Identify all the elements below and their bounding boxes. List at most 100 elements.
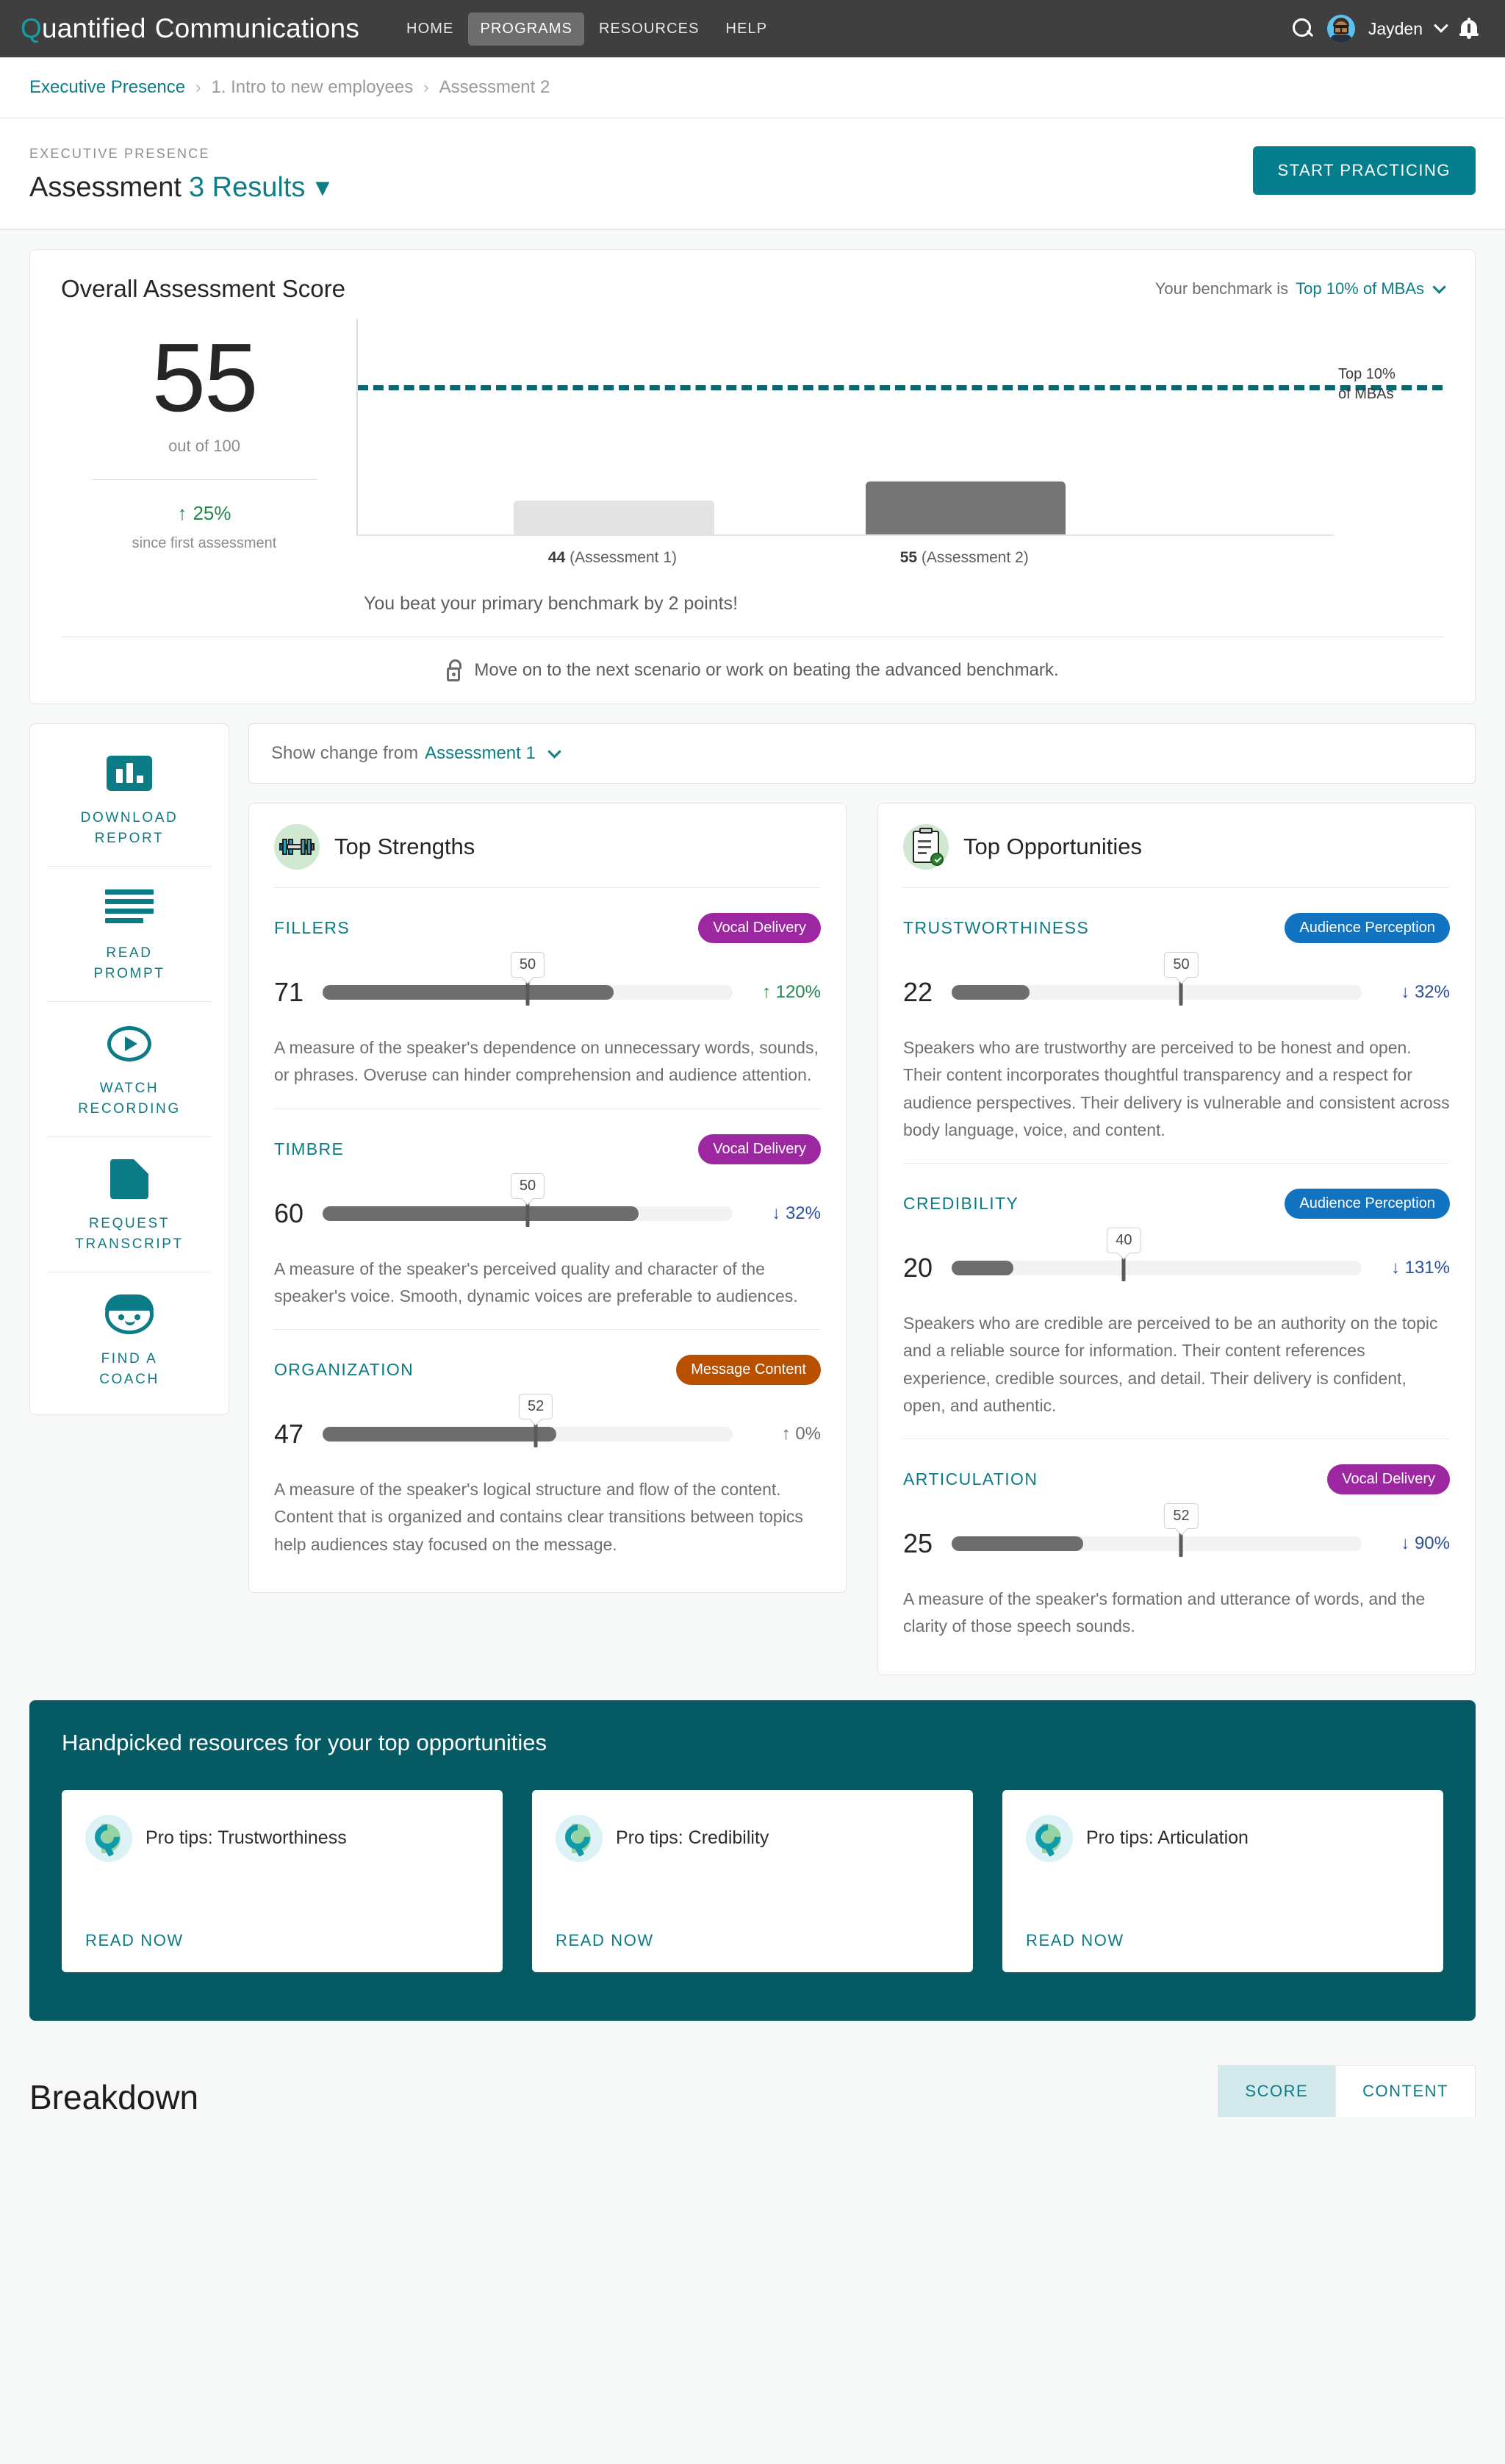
metric-value: 60 — [274, 1197, 304, 1228]
username-label[interactable]: Jayden — [1368, 19, 1423, 39]
score-card-body: 55 out of 100 ↑ 25% since first assessme… — [61, 319, 1444, 615]
sidebar-item-read-prompt[interactable]: READ PROMPT — [46, 867, 212, 1003]
metric-description: A measure of the speaker's formation and… — [903, 1589, 1426, 1636]
primary-nav-links: HOME PROGRAMS RESOURCES HELP — [395, 12, 779, 46]
metric-name[interactable]: ORGANIZATION — [274, 1360, 414, 1380]
metric-change-value: 0% — [795, 1424, 821, 1444]
read-now-link[interactable]: READ NOW — [85, 1931, 479, 1950]
chevron-down-icon[interactable] — [1434, 18, 1448, 33]
chart-bar-assessment-1 — [514, 501, 714, 534]
benchmark-flag: 50 — [510, 1172, 545, 1199]
score-card-header: Overall Assessment Score Your benchmark … — [61, 275, 1446, 303]
document-icon — [49, 1156, 209, 1202]
metric-change: ↓ 32% — [733, 1203, 821, 1224]
tab-score[interactable]: SCORE — [1218, 2064, 1336, 2117]
chevron-down-icon[interactable] — [1432, 280, 1446, 294]
chart-x-label-2: 55 (Assessment 2) — [900, 549, 1029, 567]
brand-logo[interactable]: Quantified Communications — [21, 13, 359, 44]
metric-organization: ORGANIZATION Message Content 47 52 ↑ 0% … — [274, 1330, 821, 1577]
metric-name[interactable]: TRUSTWORTHINESS — [903, 918, 1089, 938]
bell-alert-mark — [1468, 24, 1470, 33]
resource-card-header: Pro tips: Articulation — [1026, 1814, 1420, 1862]
top-opportunities-title: Top Opportunities — [963, 834, 1142, 859]
handpicked-resources-section: Handpicked resources for your top opport… — [29, 1700, 1476, 2021]
label-line-2: PROMPT — [93, 965, 165, 981]
show-change-value[interactable]: Assessment 1 — [425, 743, 536, 764]
metric-name[interactable]: ARTICULATION — [903, 1469, 1038, 1489]
arrow-down-icon: ↓ — [1401, 1533, 1410, 1553]
label-line-2: COACH — [99, 1371, 159, 1387]
nav-link-help[interactable]: HELP — [714, 12, 780, 46]
metric-fill — [323, 985, 614, 1000]
nav-link-home[interactable]: HOME — [395, 12, 465, 46]
metric-header: TRUSTWORTHINESS Audience Perception — [903, 913, 1450, 943]
metric-panels: Top Strengths FILLERS Vocal Delivery 71 — [248, 803, 1476, 1675]
results-dropdown-chevron-icon[interactable]: ▾ — [315, 171, 329, 204]
resource-card-title: Pro tips: Credibility — [616, 1827, 769, 1848]
resource-card[interactable]: Pro tips: Articulation READ NOW — [1002, 1789, 1443, 1972]
metric-fill — [323, 1206, 639, 1221]
chart-bar-1-score: 44 — [547, 549, 566, 566]
metric-description: Speakers who are credible are perceived … — [903, 1314, 1438, 1415]
metric-name[interactable]: FILLERS — [274, 918, 350, 938]
sidebar-item-watch-recording[interactable]: WATCH RECORDING — [46, 1002, 212, 1138]
nav-link-programs[interactable]: PROGRAMS — [468, 12, 584, 46]
metric-category-badge: Vocal Delivery — [1327, 1464, 1450, 1494]
notification-bell-icon[interactable] — [1459, 18, 1479, 40]
metric-category-badge: Vocal Delivery — [698, 913, 821, 943]
chart-bar-2-score: 55 — [899, 549, 918, 566]
read-now-link[interactable]: READ NOW — [556, 1931, 949, 1950]
metric-trustworthiness: TRUSTWORTHINESS Audience Perception 22 5… — [903, 888, 1450, 1164]
benchmark-line-label-1: Top 10% — [1338, 366, 1396, 382]
metric-change-value: 120% — [775, 982, 821, 1002]
page-header-text: EXECUTIVE PRESENCE Assessment 3 Results … — [29, 146, 329, 204]
show-change-selector[interactable]: Show change from Assessment 1 — [248, 723, 1476, 784]
search-icon[interactable] — [1292, 18, 1314, 40]
arrow-down-icon: ↓ — [772, 1203, 781, 1223]
bell-clapper — [1467, 36, 1471, 39]
metric-name[interactable]: CREDIBILITY — [903, 1194, 1019, 1214]
person-face-icon — [49, 1292, 209, 1337]
chevron-down-icon[interactable] — [547, 745, 561, 759]
metric-header: CREDIBILITY Audience Perception — [903, 1189, 1450, 1219]
benchmark-value[interactable]: Top 10% of MBAs — [1296, 279, 1424, 298]
resource-card[interactable]: Pro tips: Trustworthiness READ NOW — [62, 1789, 503, 1972]
metric-fill — [952, 1536, 1083, 1551]
breakdown-section: Breakdown SCORE CONTENT — [0, 2021, 1505, 2117]
avatar[interactable] — [1326, 15, 1355, 43]
read-now-link[interactable]: READ NOW — [1026, 1931, 1420, 1950]
score-delta: ↑ 25% — [61, 502, 348, 525]
metric-articulation: ARTICULATION Vocal Delivery 25 52 ↓ 90% … — [903, 1439, 1450, 1660]
label-line-1: READ — [106, 945, 153, 961]
metric-meter: 25 52 ↓ 90% — [903, 1503, 1450, 1559]
page-title-accent[interactable]: 3 Results — [189, 172, 305, 204]
nav-link-resources[interactable]: RESOURCES — [587, 12, 711, 46]
resource-card[interactable]: Pro tips: Credibility READ NOW — [532, 1789, 973, 1972]
tab-content[interactable]: CONTENT — [1335, 2064, 1476, 2117]
label-line-1: DOWNLOAD — [80, 810, 179, 825]
next-step-message-row: Move on to the next scenario or work on … — [61, 659, 1444, 681]
benchmark-line-label-2: of MBAs — [1338, 386, 1394, 402]
show-change-prefix: Show change from — [271, 743, 419, 763]
metric-fill — [323, 1427, 557, 1441]
page-header: EXECUTIVE PRESENCE Assessment 3 Results … — [0, 118, 1505, 230]
metric-change-value: 32% — [1414, 982, 1450, 1002]
breakdown-tabs: SCORE CONTENT — [1218, 2064, 1476, 2117]
metric-fillers: FILLERS Vocal Delivery 71 50 ↑ 120% A me… — [274, 888, 821, 1109]
sidebar-item-request-transcript[interactable]: REQUEST TRANSCRIPT — [46, 1137, 212, 1273]
metric-change-value: 32% — [785, 1203, 821, 1223]
breadcrumb-item-program[interactable]: Executive Presence — [29, 77, 185, 98]
label-line-1: WATCH — [99, 1081, 159, 1097]
metric-change: ↓ 32% — [1362, 982, 1450, 1003]
sidebar-item-find-a-coach[interactable]: FIND A COACH — [46, 1272, 212, 1407]
metric-meter: 22 50 ↓ 32% — [903, 952, 1450, 1008]
metric-name[interactable]: TIMBRE — [274, 1139, 344, 1159]
benchmark-beat-message: You beat your primary benchmark by 2 poi… — [364, 593, 739, 614]
start-practicing-button[interactable]: START PRACTICING — [1252, 146, 1476, 195]
sidebar-item-download-report[interactable]: DOWNLOAD REPORT — [46, 731, 212, 867]
chart-x-label-1: 44 (Assessment 1) — [548, 549, 677, 567]
benchmark-selector[interactable]: Your benchmark is Top 10% of MBAs — [1155, 279, 1446, 298]
text-lines-icon — [49, 886, 209, 931]
metric-fill — [952, 985, 1030, 1000]
breadcrumb-item-scenario[interactable]: 1. Intro to new employees — [211, 77, 413, 98]
